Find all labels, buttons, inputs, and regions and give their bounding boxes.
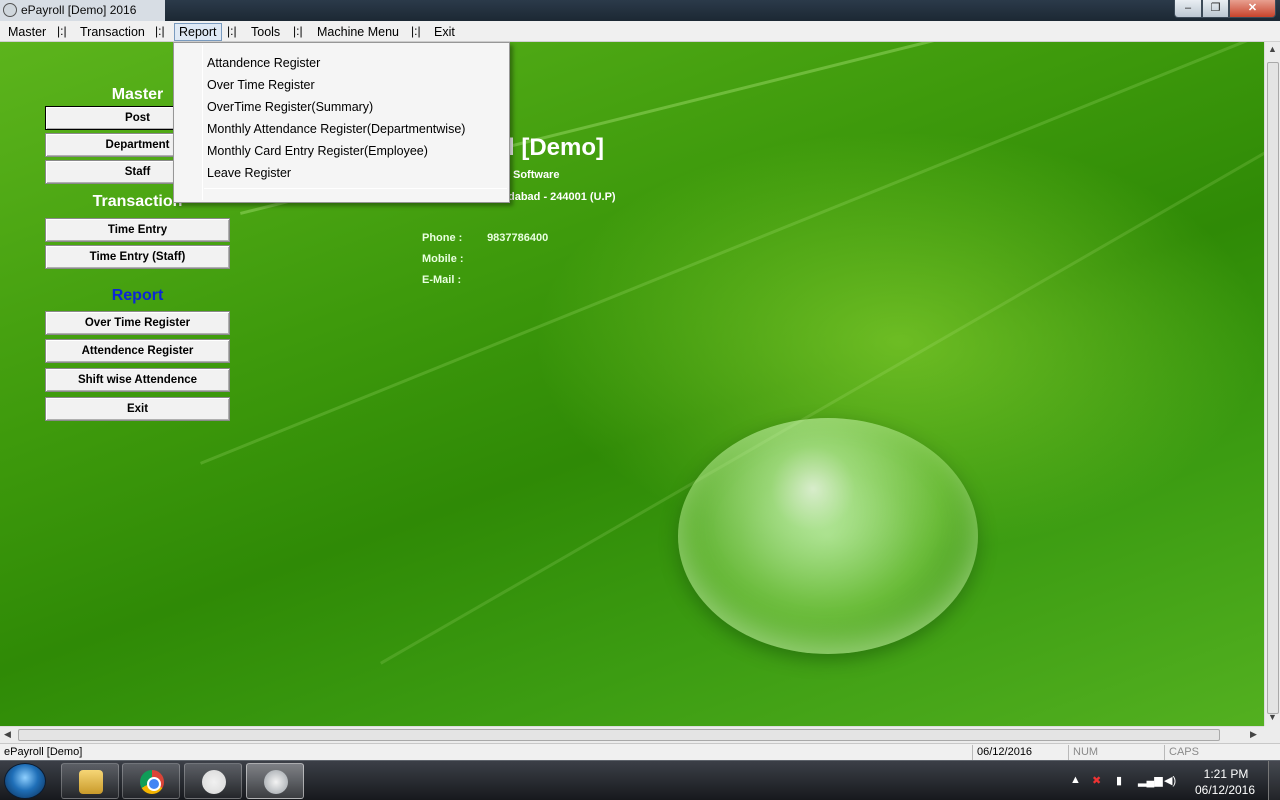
taskbar-chrome-button[interactable] <box>122 763 180 799</box>
shift-wise-attendence-button[interactable]: Shift wise Attendence <box>45 368 230 392</box>
close-button[interactable]: ✕ <box>1229 0 1276 18</box>
menu-bar: Master |:| Transaction |:| Report |:| To… <box>0 21 1280 42</box>
menu-machine-menu[interactable]: Machine Menu <box>315 24 401 40</box>
title-bar: ePayroll [Demo] 2016 ‒ ❐ ✕ <box>0 0 1280 21</box>
menu-item-attandence-register[interactable]: Attandence Register <box>207 53 320 73</box>
start-button[interactable] <box>4 763 46 799</box>
company-title: l [Demo] <box>508 134 604 161</box>
tray-expand-icon[interactable]: ▲ <box>1070 774 1081 786</box>
exit-button[interactable]: Exit <box>45 397 230 421</box>
folder-icon <box>79 770 103 794</box>
mobile-label: Mobile : <box>422 253 464 265</box>
vertical-scroll-thumb[interactable] <box>1267 62 1279 714</box>
menu-item-monthly-card-entry-register[interactable]: Monthly Card Entry Register(Employee) <box>207 141 428 161</box>
time-entry-button[interactable]: Time Entry <box>45 218 230 242</box>
power-icon[interactable]: ▮ <box>1116 774 1122 787</box>
status-bar: ePayroll [Demo] 06/12/2016 NUM CAPS <box>0 743 1280 760</box>
window-title: ePayroll [Demo] 2016 <box>21 3 137 17</box>
clock-date[interactable]: 06/12/2016 <box>1190 783 1260 797</box>
epayroll-app-icon <box>264 770 288 794</box>
taskbar: ▲ ✖ ▮ ▂▄▆ ◀) 1:21 PM 06/12/2016 <box>0 760 1280 800</box>
phone-value: 9837786400 <box>487 232 549 244</box>
status-num-lock: NUM <box>1068 745 1164 760</box>
signal-icon[interactable]: ▂▄▆ <box>1138 774 1163 787</box>
menu-tools[interactable]: Tools <box>249 24 282 40</box>
menu-separator: |:| <box>411 24 421 38</box>
menu-item-over-time-register[interactable]: Over Time Register <box>207 75 315 95</box>
status-app-name: ePayroll [Demo] <box>4 746 83 758</box>
menu-separator: |:| <box>293 24 303 38</box>
taskbar-explorer-button[interactable] <box>61 763 119 799</box>
horizontal-scrollbar[interactable]: ◀ ▶ <box>0 726 1264 743</box>
phone-row: Phone : 9837786400 <box>422 232 548 244</box>
scroll-left-arrow-icon[interactable]: ◀ <box>4 729 11 740</box>
report-dropdown-menu: Attandence Register Over Time Register O… <box>173 42 510 203</box>
scroll-right-arrow-icon[interactable]: ▶ <box>1250 729 1257 740</box>
report-heading: Report <box>111 287 164 304</box>
time-entry-staff-button[interactable]: Time Entry (Staff) <box>45 245 230 269</box>
menu-divider <box>204 188 507 189</box>
attendence-register-button[interactable]: Attendence Register <box>45 339 230 363</box>
show-desktop-button[interactable] <box>1268 761 1280 800</box>
volume-icon[interactable]: ◀) <box>1164 774 1176 787</box>
menu-gutter <box>202 45 203 200</box>
minimize-button[interactable]: ‒ <box>1174 0 1202 18</box>
menu-separator: |:| <box>155 24 165 38</box>
chrome-icon <box>140 770 164 794</box>
menu-item-monthly-attendance-register[interactable]: Monthly Attendance Register(Departmentwi… <box>207 119 465 139</box>
network-error-icon[interactable]: ✖ <box>1092 774 1101 787</box>
maximize-button[interactable]: ❐ <box>1202 0 1229 18</box>
email-row: E-Mail : <box>422 274 484 286</box>
app-icon[interactable] <box>3 3 17 17</box>
menu-master[interactable]: Master <box>6 24 48 40</box>
menu-separator: |:| <box>227 24 237 38</box>
taskbar-paint-button[interactable] <box>184 763 242 799</box>
water-drop-image <box>678 418 978 654</box>
status-date: 06/12/2016 <box>972 745 1068 760</box>
phone-label: Phone : <box>422 232 463 244</box>
scroll-down-arrow-icon[interactable]: ▼ <box>1268 712 1277 722</box>
menu-transaction[interactable]: Transaction <box>78 24 147 40</box>
email-label: E-Mail : <box>422 274 462 286</box>
company-address: dabad - 244001 (U.P) <box>508 191 616 203</box>
company-subtitle: Software <box>513 169 560 181</box>
scroll-up-arrow-icon[interactable]: ▲ <box>1268 44 1277 54</box>
taskbar-epayroll-button[interactable] <box>246 763 304 799</box>
paint-icon <box>202 770 226 794</box>
menu-exit[interactable]: Exit <box>432 24 457 40</box>
menu-item-leave-register[interactable]: Leave Register <box>207 163 291 183</box>
scroll-corner <box>1264 726 1280 743</box>
menu-report[interactable]: Report <box>174 23 222 41</box>
mobile-row: Mobile : <box>422 253 484 265</box>
horizontal-scroll-thumb[interactable] <box>18 729 1220 741</box>
menu-item-overtime-register-summary[interactable]: OverTime Register(Summary) <box>207 97 373 117</box>
status-caps-lock: CAPS <box>1164 745 1280 760</box>
menu-separator: |:| <box>57 24 67 38</box>
vertical-scrollbar[interactable]: ▲ ▼ <box>1264 42 1280 726</box>
clock-time[interactable]: 1:21 PM <box>1196 767 1256 781</box>
over-time-register-button[interactable]: Over Time Register <box>45 311 230 335</box>
